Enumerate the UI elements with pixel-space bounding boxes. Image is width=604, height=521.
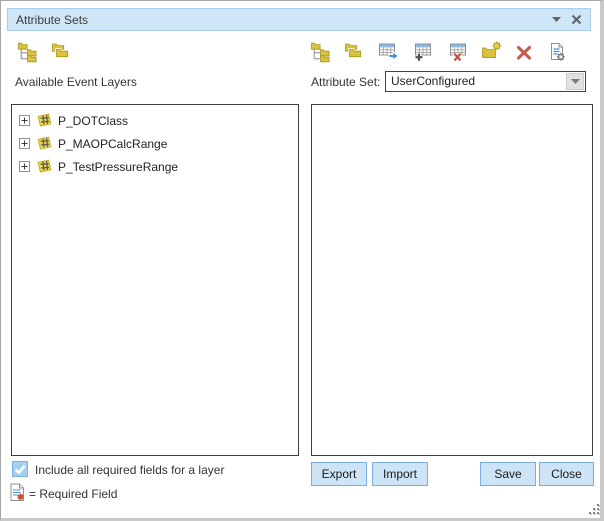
include-required-fields-label: Include all required fields for a layer <box>35 463 224 477</box>
titlebar[interactable]: Attribute Sets <box>7 8 591 31</box>
expand-plus-icon[interactable] <box>19 115 30 126</box>
tree-item-label[interactable]: P_MAOPCalcRange <box>58 137 167 151</box>
attribute-sets-dialog: Attribute Sets <box>0 0 604 521</box>
save-button[interactable]: Save <box>480 462 536 486</box>
tree-row[interactable]: P_TestPressureRange <box>19 155 298 178</box>
check-icon <box>14 464 26 475</box>
export-button[interactable]: Export <box>311 462 367 486</box>
folder-gear-icon[interactable] <box>480 40 504 64</box>
document-gear-icon[interactable] <box>545 40 569 64</box>
available-event-layers-heading: Available Event Layers <box>15 75 137 89</box>
tree-row[interactable]: P_DOTClass <box>19 109 298 132</box>
tree-folders-icon[interactable] <box>16 40 40 64</box>
include-required-fields-checkbox[interactable] <box>12 461 28 477</box>
stacked-folders-icon[interactable] <box>342 40 366 64</box>
table-export-icon[interactable] <box>377 40 401 64</box>
resize-grip[interactable] <box>587 502 602 520</box>
table-remove-icon[interactable] <box>447 40 471 64</box>
required-field-icon <box>10 483 26 505</box>
expand-plus-icon[interactable] <box>19 138 30 149</box>
event-layer-icon <box>36 136 53 151</box>
delete-x-icon[interactable] <box>512 40 536 64</box>
tree-item-label[interactable]: P_DOTClass <box>58 114 128 128</box>
available-event-layers-panel[interactable]: P_DOTClass P_MAOPCalcRange <box>11 104 299 456</box>
import-button[interactable]: Import <box>372 462 428 486</box>
event-layer-icon <box>36 159 53 174</box>
attribute-set-contents-panel[interactable] <box>311 104 593 456</box>
event-layer-icon <box>36 113 53 128</box>
combobox-dropdown-button[interactable] <box>566 73 584 90</box>
dialog-title: Attribute Sets <box>8 13 88 27</box>
tree-row[interactable]: P_MAOPCalcRange <box>19 132 298 155</box>
required-field-legend: = Required Field <box>29 487 117 501</box>
expand-plus-icon[interactable] <box>19 161 30 172</box>
attribute-set-label: Attribute Set: <box>311 75 380 89</box>
tree-item-label[interactable]: P_TestPressureRange <box>58 160 178 174</box>
attribute-set-value: UserConfigured <box>391 72 475 91</box>
close-button[interactable]: Close <box>539 462 594 486</box>
caret-down-icon[interactable] <box>548 9 564 30</box>
attribute-set-combobox[interactable]: UserConfigured <box>385 71 586 92</box>
stacked-folders-icon[interactable] <box>49 40 73 64</box>
tree-folders-icon[interactable] <box>309 40 333 64</box>
table-add-icon[interactable] <box>412 40 436 64</box>
close-icon[interactable] <box>568 9 584 30</box>
chevron-down-icon <box>571 79 580 84</box>
